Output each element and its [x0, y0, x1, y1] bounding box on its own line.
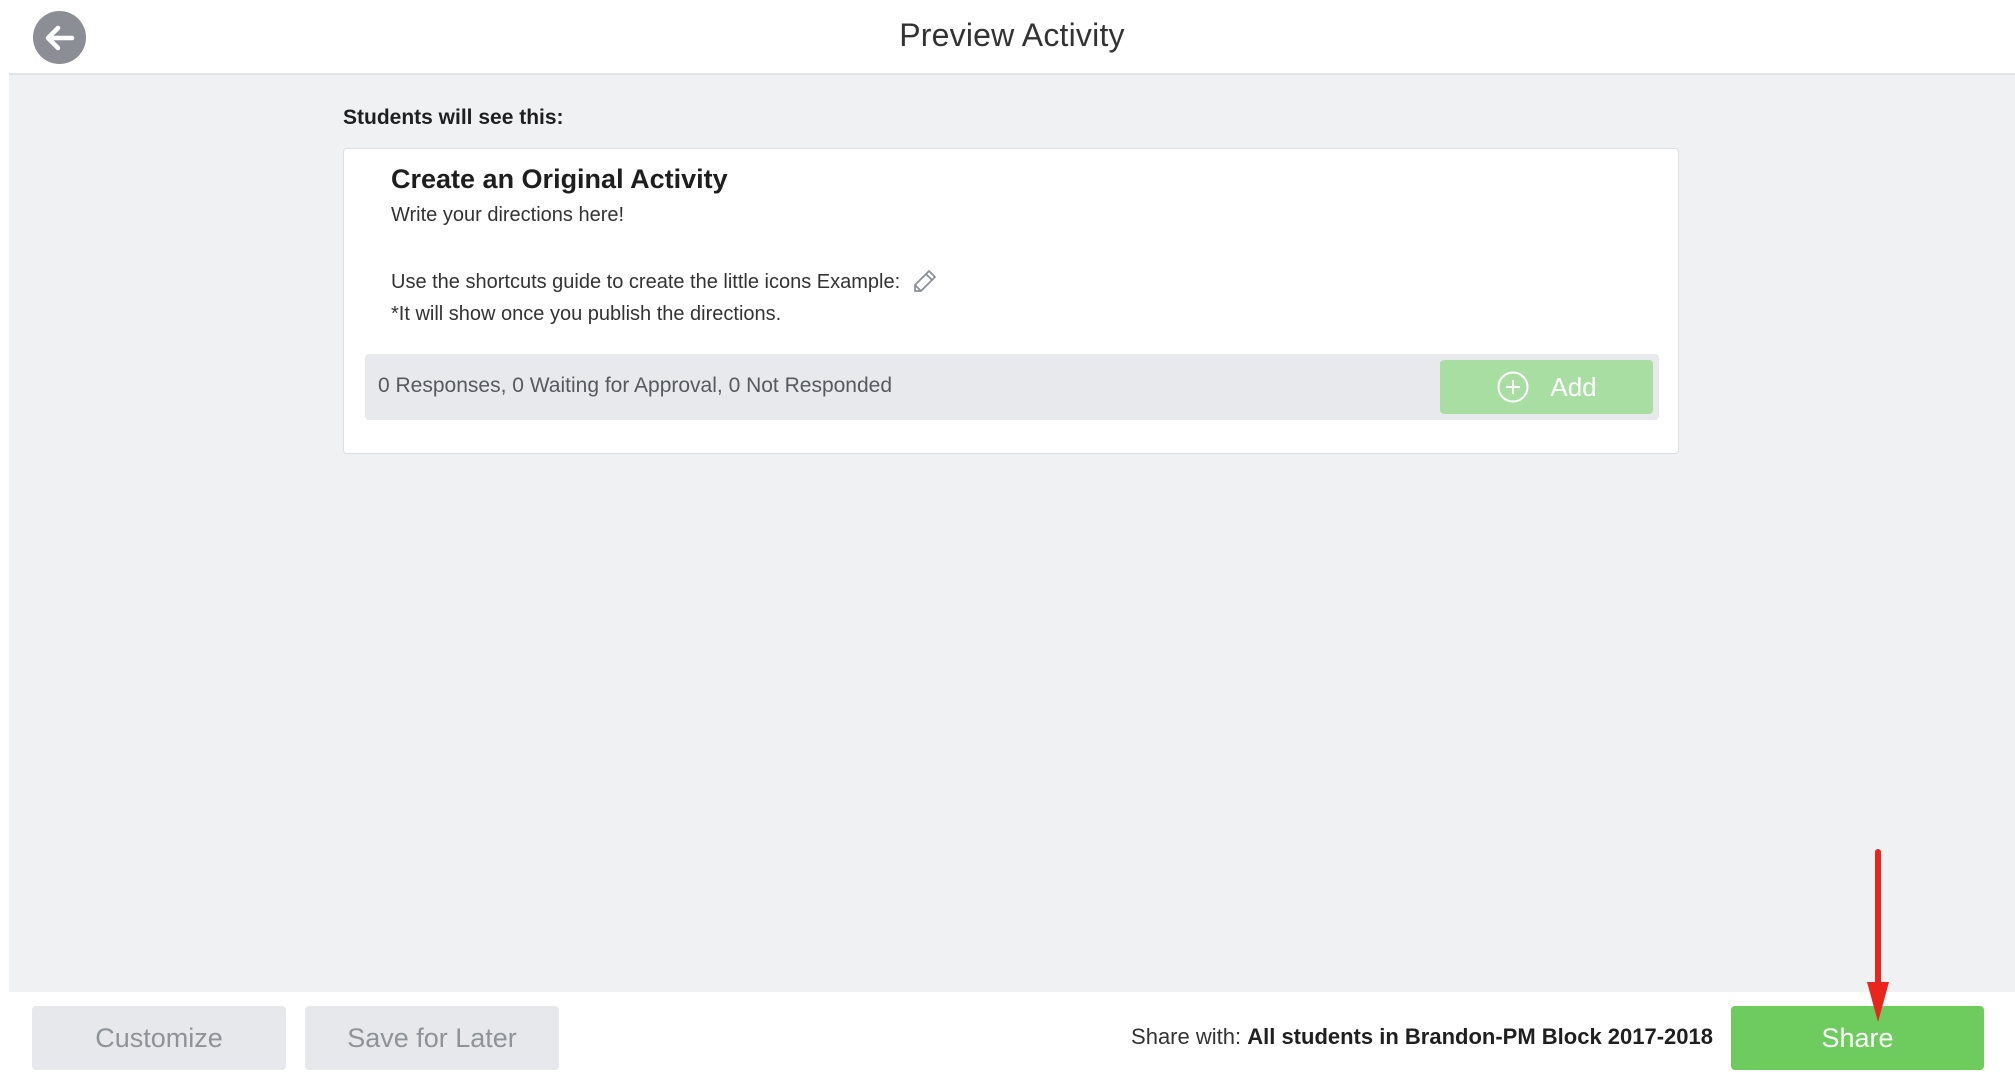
header-bar: Preview Activity: [9, 3, 2015, 75]
add-button-label: Add: [1550, 371, 1597, 402]
directions-line-3: *It will show once you publish the direc…: [391, 303, 782, 325]
save-for-later-button[interactable]: Save for Later: [305, 1006, 559, 1070]
share-with-label: Share with: All students in Brandon-PM B…: [1131, 1024, 1713, 1050]
add-response-button[interactable]: Add: [1440, 360, 1653, 414]
activity-card: Create an Original Activity Write your d…: [343, 148, 1679, 454]
response-status-bar: 0 Responses, 0 Waiting for Approval, 0 N…: [365, 354, 1659, 420]
pencil-icon: [913, 269, 936, 292]
plus-circle-icon: [1496, 370, 1530, 404]
share-button[interactable]: Share: [1731, 1006, 1984, 1070]
activity-title: Create an Original Activity: [391, 164, 728, 194]
footer-bar: Customize Save for Later Share with: All…: [9, 992, 2015, 1081]
preview-area: Students will see this: Create an Origin…: [9, 75, 2015, 992]
response-summary: 0 Responses, 0 Waiting for Approval, 0 N…: [378, 374, 893, 397]
share-with-target[interactable]: All students in Brandon-PM Block 2017-20…: [1247, 1024, 1713, 1049]
directions-line-2-text: Use the shortcuts guide to create the li…: [391, 271, 901, 293]
directions-line-1: Write your directions here!: [391, 204, 625, 226]
page-title: Preview Activity: [899, 17, 1125, 53]
directions-line-2: Use the shortcuts guide to create the li…: [391, 269, 938, 294]
share-with-prefix: Share with:: [1131, 1024, 1242, 1049]
customize-button[interactable]: Customize: [32, 1006, 286, 1070]
preview-intro-label: Students will see this:: [343, 106, 564, 129]
